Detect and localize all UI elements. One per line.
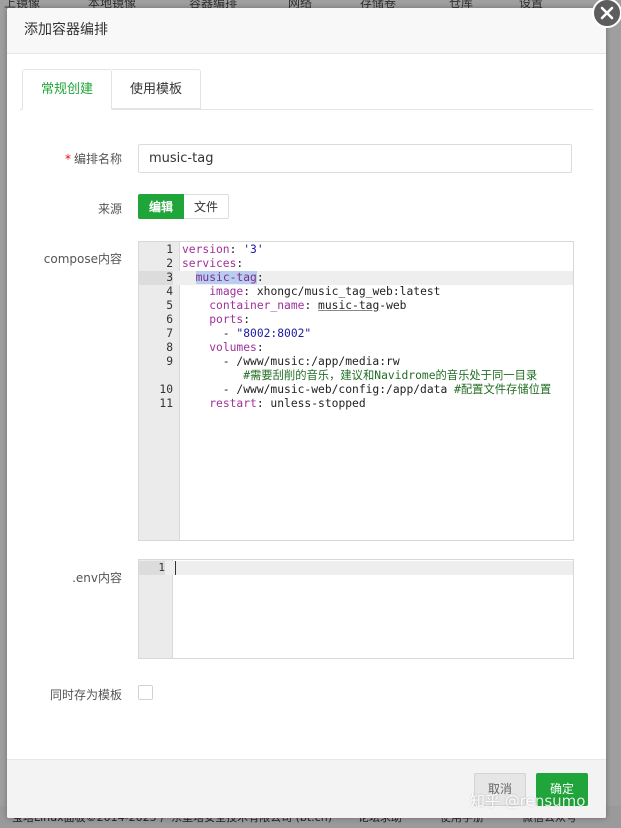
line-number: 6	[166, 313, 173, 326]
code-token: :	[236, 257, 244, 270]
compose-label: compose内容	[43, 252, 122, 266]
source-file-button[interactable]: 文件	[184, 194, 230, 219]
save-template-label: 同时存为模板	[49, 688, 122, 702]
code-token: music-tag	[318, 299, 380, 312]
line-number: 4	[166, 285, 173, 298]
watermark-text: 知乎 @rensumo	[470, 792, 586, 810]
line-number: 2	[166, 257, 173, 270]
line-number: 5	[166, 299, 173, 312]
code-text: - /www/music-web/config:/app/data #配置文件存…	[182, 383, 551, 397]
code-text: container_name: music-tag-web	[182, 299, 406, 313]
code-token: :	[243, 313, 251, 326]
code-token: :	[229, 243, 244, 256]
line-number: 10	[159, 383, 173, 396]
compose-line: 11 restart: unless-stopped	[139, 397, 573, 411]
compose-code-lines: 1 version: '3' 2 services: 3 music-tag: 4 ima…	[139, 243, 573, 411]
line-number: 1	[166, 243, 173, 256]
add-compose-dialog: 添加容器编排 常规创建 使用模板 * 编排名称 music-tag 来源 编辑 文…	[7, 8, 606, 818]
tab-use-template[interactable]: 使用模板	[112, 69, 201, 109]
code-token: : unless-stopped	[256, 397, 366, 410]
code-token: services	[182, 257, 237, 270]
code-text: version: '3'	[182, 243, 264, 257]
code-token: volumes	[209, 341, 257, 354]
code-text: ports:	[182, 313, 250, 327]
code-token: : xhongc/music_tag_web:latest	[243, 285, 441, 298]
close-icon-glyph	[600, 6, 614, 20]
compose-line: 8 volumes:	[139, 341, 573, 355]
source-edit-button[interactable]: 编辑	[138, 194, 185, 219]
text-cursor	[175, 561, 176, 575]
code-token: :	[304, 299, 319, 312]
code-text: music-tag:	[182, 271, 264, 285]
code-token: -web	[379, 299, 407, 312]
compose-line: 5 container_name: music-tag-web	[139, 299, 573, 313]
code-token: :	[256, 271, 264, 284]
save-template-checkbox[interactable]	[138, 685, 153, 700]
compose-name-input[interactable]: music-tag	[138, 144, 572, 173]
env-editor[interactable]: 1	[138, 559, 574, 659]
compose-line: 9 - /www/music:/app/media:rw #需要刮削的音乐，建议…	[139, 355, 573, 383]
code-token: #配置文件存储位置	[454, 383, 552, 396]
code-text: - "8002:8002"	[182, 327, 311, 341]
tab-regular-create[interactable]: 常规创建	[22, 69, 112, 110]
compose-line: 2 services:	[139, 257, 573, 271]
code-token: music-tag	[195, 271, 257, 284]
code-token: version	[182, 243, 230, 256]
close-icon[interactable]	[592, 0, 621, 28]
env-active-line: 1	[139, 561, 573, 575]
name-label: * 编排名称	[7, 150, 122, 167]
env-line-number: 1	[139, 561, 165, 575]
dialog-title: 添加容器编排	[7, 8, 606, 54]
source-toggle: 编辑 文件	[138, 194, 230, 219]
code-token: "8002:8002"	[236, 327, 312, 340]
compose-line: 1 version: '3'	[139, 243, 573, 257]
required-mark: *	[64, 152, 71, 166]
compose-line: 3 music-tag:	[139, 271, 573, 285]
code-token: container_name	[209, 299, 305, 312]
compose-line: 6 ports:	[139, 313, 573, 327]
code-token: ports	[209, 313, 244, 326]
source-label: 来源	[97, 202, 122, 216]
env-label: .env内容	[72, 571, 122, 585]
compose-editor[interactable]: 1 version: '3' 2 services: 3 music-tag: 4 ima…	[138, 241, 574, 541]
code-token: -	[182, 327, 237, 340]
code-text: services:	[182, 257, 243, 271]
code-token: restart	[209, 397, 257, 410]
line-number: 3	[139, 271, 173, 285]
code-token: - /www/music:/app/media:rw	[182, 355, 400, 368]
line-number: 11	[159, 397, 173, 410]
compose-line: 10 - /www/music-web/config:/app/data #配置…	[139, 383, 573, 397]
code-token: '3'	[243, 243, 264, 256]
code-text: - /www/music:/app/media:rw #需要刮削的音乐，建议和N…	[182, 355, 537, 383]
line-number: 8	[166, 341, 173, 354]
code-token: #需要刮削的音乐，建议和Navidrome的音乐处于同一目录	[182, 369, 538, 382]
line-number: 7	[166, 327, 173, 340]
code-token: image	[209, 285, 244, 298]
compose-line: 4 image: xhongc/music_tag_web:latest	[139, 285, 573, 299]
name-label-text: 编排名称	[73, 152, 122, 166]
code-token: - /www/music-web/config:/app/data	[182, 383, 455, 396]
code-text: volumes:	[182, 341, 264, 355]
compose-line: 7 - "8002:8002"	[139, 327, 573, 341]
code-text: image: xhongc/music_tag_web:latest	[182, 285, 440, 299]
tab-bar: 常规创建 使用模板	[20, 69, 593, 110]
code-token: :	[256, 341, 264, 354]
line-number: 9	[166, 355, 173, 368]
code-text: restart: unless-stopped	[182, 397, 366, 411]
